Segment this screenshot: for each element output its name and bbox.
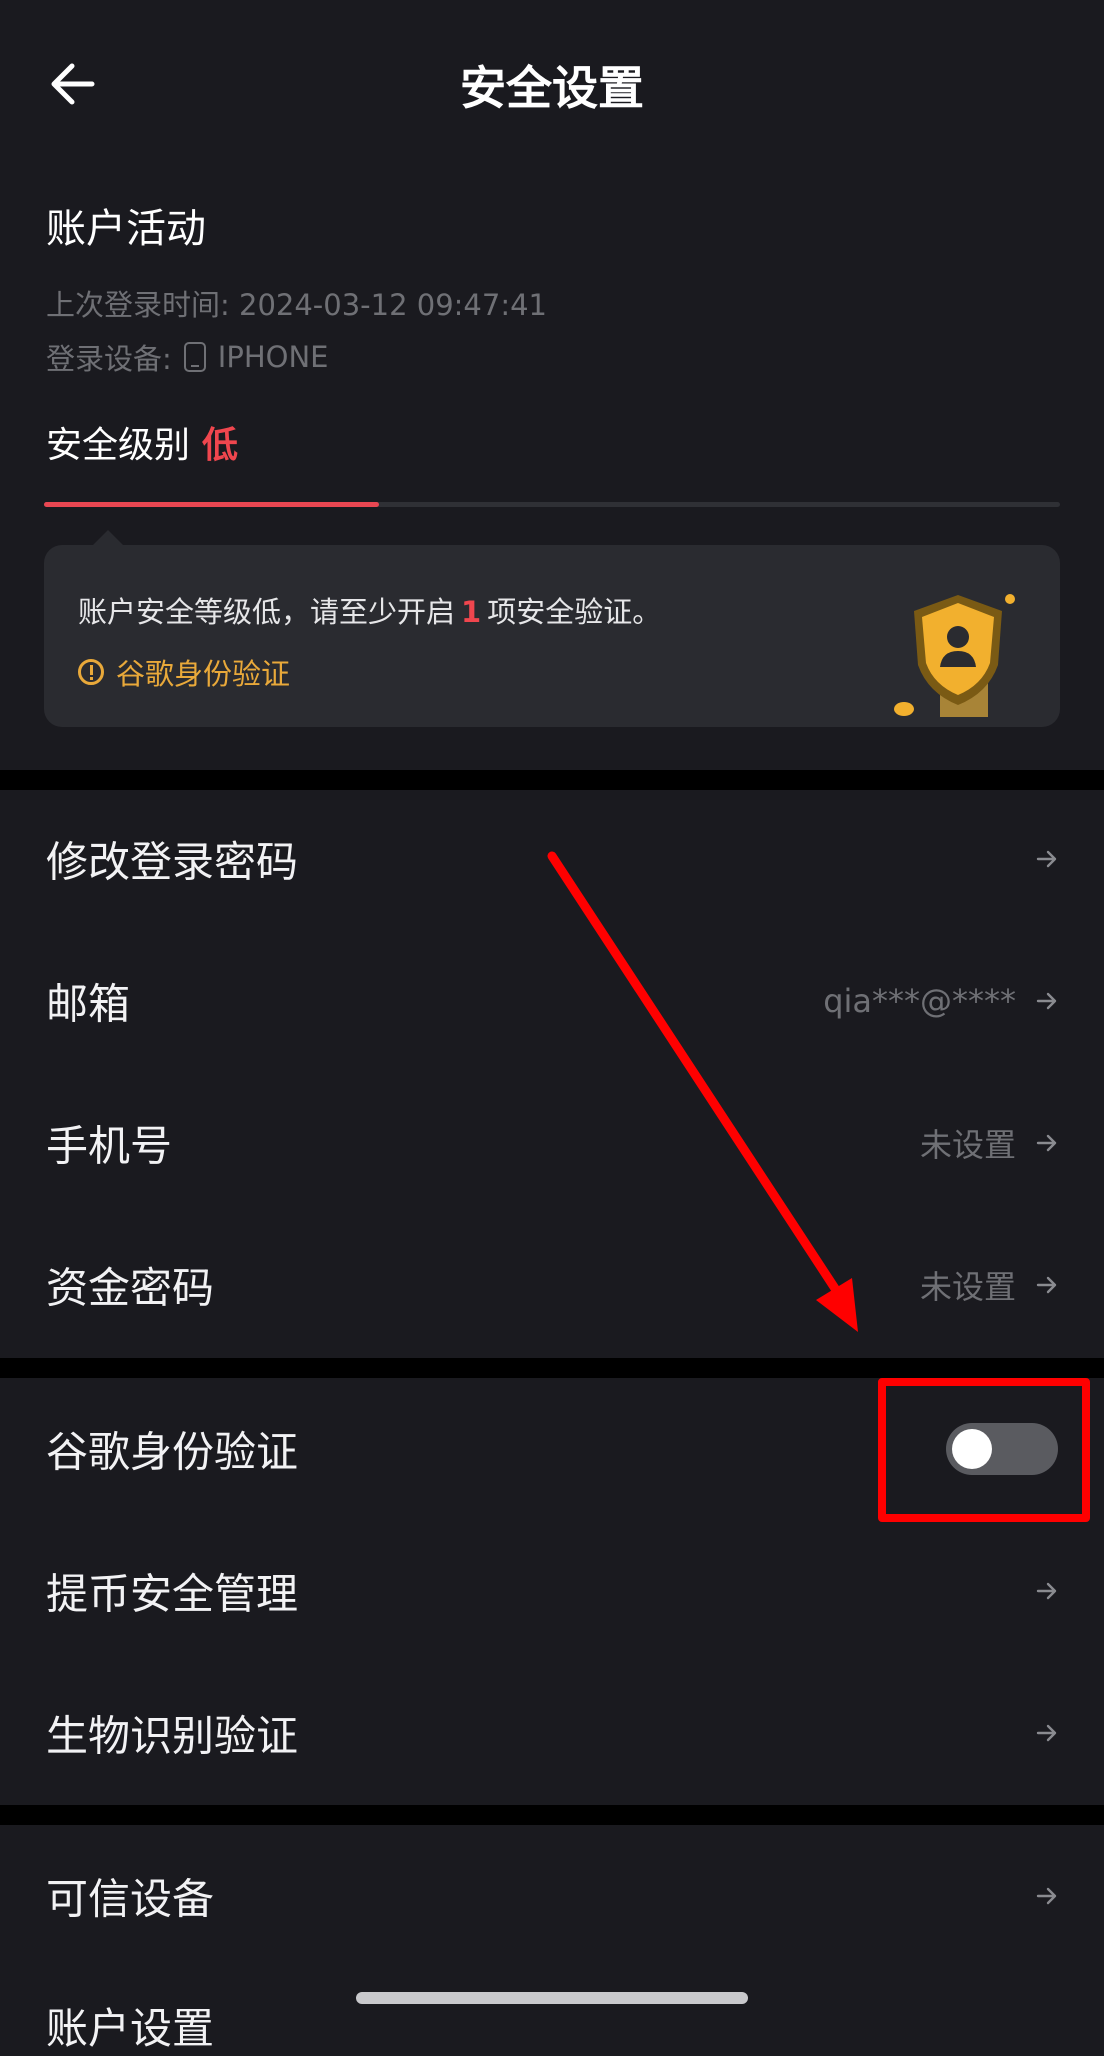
annotation-highlight-box [878, 1378, 1090, 1522]
home-indicator [356, 1992, 748, 2004]
annotation-arrow [547, 851, 858, 1332]
